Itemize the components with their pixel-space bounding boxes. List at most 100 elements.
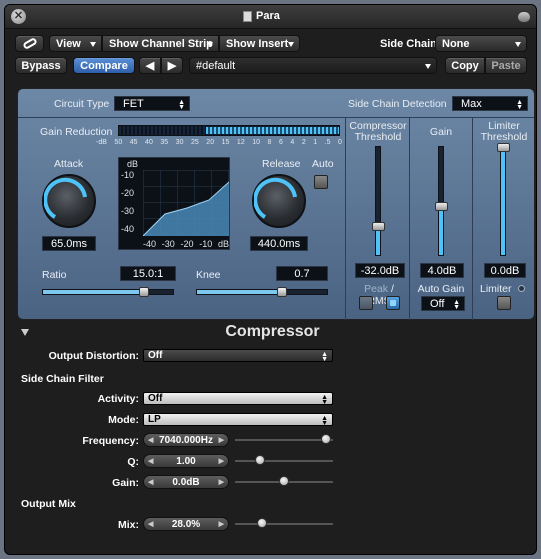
chevron-down-icon — [90, 42, 96, 47]
auto-gain-select[interactable]: Off ▲ ▼ — [421, 296, 465, 311]
decrement-icon[interactable]: ◀ — [148, 455, 153, 469]
meter-tick-label: 1 — [313, 139, 318, 146]
compare-button[interactable]: Compare — [73, 57, 135, 74]
updown-arrows-icon: ▲ ▼ — [453, 299, 460, 311]
comp-threshold-value[interactable]: -32.0dB — [355, 263, 405, 278]
activity-select[interactable]: Off ▲ ▼ — [143, 392, 333, 406]
mode-label: Mode: — [108, 414, 139, 426]
show-insert-menu[interactable]: Show Insert — [219, 35, 300, 52]
updown-arrows-icon: ▲ ▼ — [321, 351, 328, 363]
updown-arrows-icon: ▲ ▼ — [178, 99, 185, 111]
gain-slider[interactable] — [435, 146, 448, 256]
side-chain-select[interactable]: None — [435, 35, 527, 52]
mode-value: LP — [148, 414, 161, 425]
window-title: Para — [256, 10, 280, 22]
mix-slider[interactable] — [235, 523, 333, 525]
knee-slider-fill — [197, 290, 282, 294]
sidechain-detection-label: Side Chain Detection — [348, 98, 447, 110]
increment-icon[interactable]: ▶ — [219, 518, 224, 532]
peak-button[interactable] — [359, 296, 373, 310]
zoom-icon[interactable] — [517, 11, 531, 23]
preset-select[interactable]: #default — [189, 57, 437, 74]
mode-select[interactable]: LP ▲ ▼ — [143, 413, 333, 427]
disclosure-triangle-icon[interactable] — [21, 329, 29, 336]
limiter-threshold-slider[interactable] — [497, 143, 510, 256]
graph-y-tick-label: -40 — [121, 224, 135, 234]
limiter-threshold-value[interactable]: 0.0dB — [484, 263, 526, 278]
ratio-slider-fill — [43, 290, 145, 294]
preset-name: #default — [196, 60, 236, 72]
q-field[interactable]: ◀ 1.00 ▶ — [143, 454, 229, 468]
knee-value[interactable]: 0.7 — [276, 266, 328, 281]
attack-knob[interactable] — [42, 174, 96, 228]
peak-label: Peak — [364, 283, 389, 295]
auto-gain-label: Auto Gain — [417, 283, 465, 295]
frequency-slider[interactable] — [235, 439, 333, 441]
prev-preset-button[interactable]: ◀ — [139, 57, 161, 74]
mix-value: 28.0% — [171, 519, 201, 530]
increment-icon[interactable]: ▶ — [219, 455, 224, 469]
graph-y-tick-label: -10 — [121, 170, 135, 180]
bypass-button[interactable]: Bypass — [15, 57, 67, 74]
next-preset-button[interactable]: ▶ — [161, 57, 183, 74]
decrement-icon[interactable]: ◀ — [148, 476, 153, 490]
graph-x-tick-label: dB — [217, 239, 229, 249]
q-slider-thumb[interactable] — [254, 455, 265, 465]
link-button[interactable] — [15, 35, 44, 52]
title-bar[interactable]: ✕ Para — [5, 5, 536, 29]
release-label: Release — [262, 158, 301, 170]
output-distortion-value: Off — [148, 350, 163, 361]
sc-gain-field[interactable]: ◀ 0.0dB ▶ — [143, 475, 229, 489]
frequency-field[interactable]: ◀ 7040.000Hz ▶ — [143, 433, 229, 447]
release-value[interactable]: 440.0ms — [250, 236, 308, 251]
limiter-checkbox[interactable] — [497, 296, 511, 310]
increment-icon[interactable]: ▶ — [219, 476, 224, 490]
copy-button[interactable]: Copy — [445, 57, 485, 74]
ratio-value[interactable]: 15.0:1 — [120, 266, 176, 281]
sidechain-detection-select[interactable]: Max ▲ ▼ — [452, 96, 528, 111]
attack-value[interactable]: 65.0ms — [42, 236, 96, 251]
comp-threshold-thumb[interactable] — [372, 221, 385, 231]
decrement-icon[interactable]: ◀ — [148, 434, 153, 448]
gain-thumb[interactable] — [435, 202, 448, 212]
file-icon — [243, 11, 252, 22]
ratio-slider[interactable] — [42, 287, 174, 297]
release-knob[interactable] — [252, 174, 306, 228]
knee-slider-thumb[interactable] — [276, 287, 287, 297]
output-distortion-select[interactable]: Off ▲ ▼ — [143, 349, 333, 363]
show-channel-strip-menu[interactable]: Show Channel Strip — [102, 35, 219, 52]
meter-tick-label: 10 — [252, 139, 261, 146]
comp-threshold-slider[interactable] — [372, 146, 385, 256]
paste-button[interactable]: Paste — [485, 57, 527, 74]
circuit-type-select[interactable]: FET ▲ ▼ — [114, 96, 190, 111]
gain-value[interactable]: 4.0dB — [420, 263, 464, 278]
meter-tick-label: 0 — [338, 139, 342, 146]
section-title: Compressor — [225, 323, 320, 340]
close-icon[interactable]: ✕ — [11, 9, 26, 24]
q-label: Q: — [127, 456, 139, 468]
show-channel-strip-label: Show Channel Strip — [109, 38, 213, 50]
sc-gain-slider-thumb[interactable] — [279, 476, 289, 486]
frequency-slider-thumb[interactable] — [321, 434, 332, 444]
auto-label: Auto — [312, 158, 334, 170]
chevron-down-icon — [288, 42, 294, 47]
arrow-left-icon: ◀ — [145, 60, 155, 72]
meter-tick-label: -dB — [96, 139, 107, 146]
meter-tick-label: 45 — [129, 139, 138, 146]
gain-fill — [439, 206, 443, 255]
view-menu[interactable]: View — [49, 35, 102, 52]
ratio-slider-thumb[interactable] — [139, 287, 150, 297]
limiter-threshold-thumb[interactable] — [497, 143, 510, 152]
auto-release-checkbox[interactable] — [314, 175, 328, 189]
q-slider[interactable] — [235, 460, 333, 462]
increment-icon[interactable]: ▶ — [219, 434, 224, 448]
knee-slider[interactable] — [196, 287, 328, 297]
comp-threshold-label-line2: Threshold — [354, 131, 402, 143]
rms-button[interactable] — [386, 296, 400, 310]
chevron-down-icon — [207, 42, 213, 47]
mix-slider-thumb[interactable] — [257, 518, 268, 528]
meter-tick-label: 25 — [190, 139, 199, 146]
mix-field[interactable]: ◀ 28.0% ▶ — [143, 517, 229, 531]
decrement-icon[interactable]: ◀ — [148, 518, 153, 532]
sc-gain-label: Gain: — [112, 477, 139, 489]
